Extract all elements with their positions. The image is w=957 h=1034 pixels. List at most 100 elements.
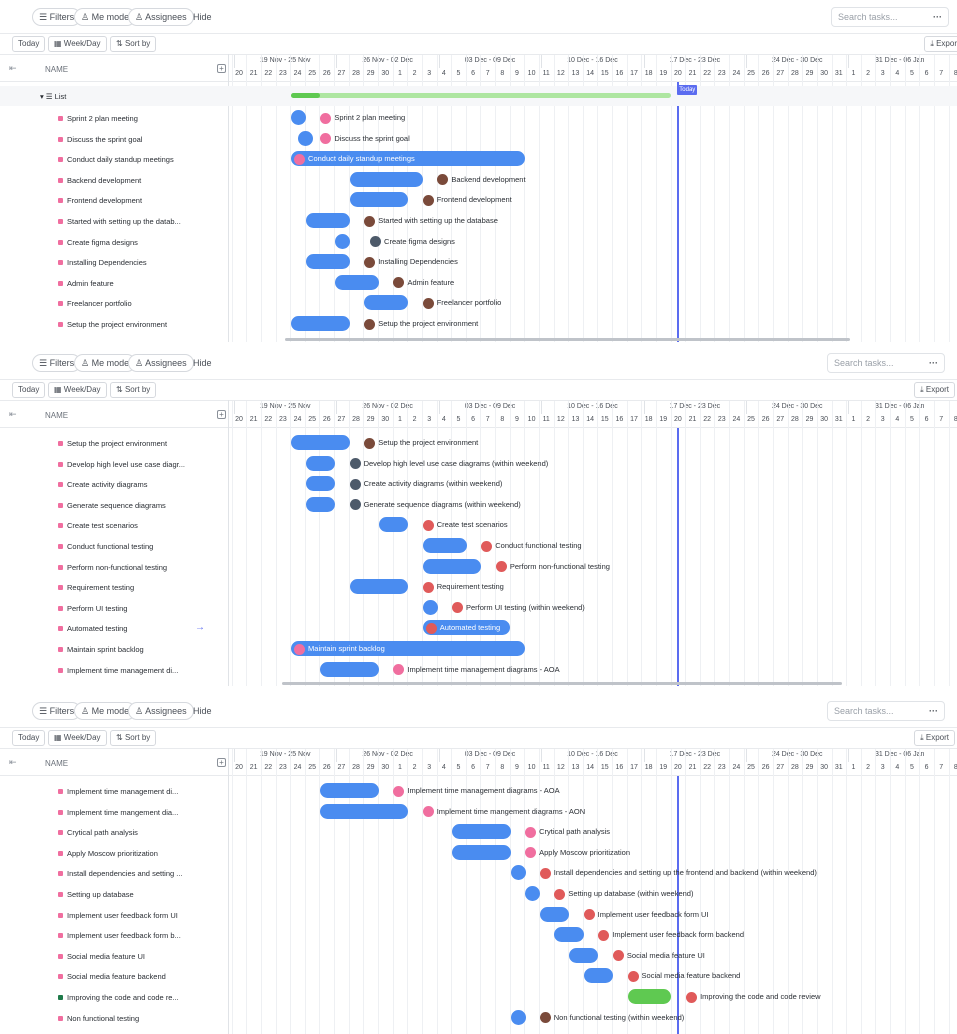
task-bar[interactable] xyxy=(583,968,613,984)
task-name[interactable]: Setup the project environment xyxy=(67,439,167,448)
task-bar[interactable] xyxy=(305,213,350,228)
task-bar[interactable] xyxy=(291,316,350,331)
task-status-marker[interactable] xyxy=(58,974,63,980)
task-name[interactable]: Social media feature backend xyxy=(67,972,166,981)
assignee-avatar[interactable] xyxy=(425,622,437,634)
horizontal-scrollbar[interactable] xyxy=(0,337,957,342)
more-options-icon[interactable]: ··· xyxy=(929,702,938,720)
task-status-marker[interactable] xyxy=(58,239,63,245)
task-name[interactable]: Implement user feedback form UI xyxy=(67,911,178,920)
assignee-avatar[interactable] xyxy=(554,888,566,900)
collapse-all-icon[interactable]: ⇤ xyxy=(9,63,17,74)
task-name[interactable]: Installing Dependencies xyxy=(67,258,147,267)
task-status-marker[interactable] xyxy=(58,441,63,446)
task-name[interactable]: Apply Moscow prioritization xyxy=(67,849,158,858)
week-day-button[interactable]: ▦ Week/Day xyxy=(48,382,107,398)
task-status-marker[interactable] xyxy=(58,626,63,632)
task-name[interactable]: Freelancer portfolio xyxy=(67,299,132,308)
search-input[interactable]: Search tasks... ··· xyxy=(831,7,949,27)
assignee-avatar[interactable] xyxy=(525,826,537,838)
task-name[interactable]: Implement time mangement dia... xyxy=(67,808,178,817)
assignee-avatar[interactable] xyxy=(364,318,376,330)
assignee-avatar[interactable] xyxy=(422,806,434,818)
task-status-marker[interactable] xyxy=(58,809,63,815)
assignee-avatar[interactable] xyxy=(481,540,493,552)
assignees-button[interactable]: ♙ Assignees xyxy=(128,702,194,720)
me-mode-button[interactable]: ♙ Me mode xyxy=(74,8,137,26)
task-status-marker[interactable] xyxy=(58,502,63,508)
task-name[interactable]: Conduct daily standup meetings xyxy=(67,155,174,164)
hide-button[interactable]: Hide xyxy=(193,8,212,26)
more-options-icon[interactable]: ··· xyxy=(933,8,942,26)
collapse-all-icon[interactable]: ⇤ xyxy=(9,757,17,768)
hide-button[interactable]: Hide xyxy=(193,702,212,720)
assignee-avatar[interactable] xyxy=(422,297,434,309)
assignee-avatar[interactable] xyxy=(612,950,624,962)
column-divider[interactable] xyxy=(228,400,229,686)
task-name[interactable]: Create figma designs xyxy=(67,238,138,247)
task-bar[interactable] xyxy=(510,865,526,881)
me-mode-button[interactable]: ♙ Me mode xyxy=(74,702,137,720)
more-options-icon[interactable]: ··· xyxy=(929,354,938,372)
task-bar[interactable] xyxy=(539,906,570,922)
task-status-marker[interactable] xyxy=(58,585,63,591)
assignee-avatar[interactable] xyxy=(393,785,405,797)
task-status-marker[interactable] xyxy=(58,789,63,794)
task-name[interactable]: Perform UI testing xyxy=(67,604,127,613)
task-bar[interactable] xyxy=(422,599,438,615)
assignee-avatar[interactable] xyxy=(294,153,306,165)
today-button[interactable]: Today xyxy=(12,730,46,746)
task-bar[interactable] xyxy=(627,989,672,1004)
today-button[interactable]: Today xyxy=(12,382,46,398)
task-bar[interactable] xyxy=(451,844,511,860)
sort-by-button[interactable]: ⇅ Sort by xyxy=(110,36,157,52)
task-status-marker[interactable] xyxy=(58,667,63,673)
task-status-marker[interactable] xyxy=(58,1015,63,1021)
add-column-icon[interactable]: + xyxy=(217,758,226,767)
task-status-marker[interactable] xyxy=(58,523,63,529)
me-mode-button[interactable]: ♙ Me mode xyxy=(74,354,137,372)
list-group-row[interactable]: ▾ ☰ List xyxy=(40,92,66,101)
task-name[interactable]: Backend development xyxy=(67,176,141,185)
task-bar[interactable] xyxy=(569,947,599,963)
task-name[interactable]: Discuss the sprint goal xyxy=(67,135,142,144)
assignee-avatar[interactable] xyxy=(364,437,376,449)
task-name[interactable]: Non functional testing xyxy=(67,1014,139,1023)
task-bar[interactable] xyxy=(305,496,335,512)
task-bar[interactable] xyxy=(349,579,409,595)
task-name[interactable]: Started with setting up the datab... xyxy=(67,217,181,226)
task-status-marker[interactable] xyxy=(58,544,63,549)
task-name[interactable]: Implement time management di... xyxy=(67,787,178,796)
task-status-marker[interactable] xyxy=(58,647,63,652)
task-bar[interactable] xyxy=(320,803,409,819)
task-status-marker[interactable] xyxy=(58,912,63,918)
task-name[interactable]: Admin feature xyxy=(67,279,114,288)
task-bar[interactable] xyxy=(298,130,314,146)
task-name[interactable]: Automated testing xyxy=(67,624,127,633)
assignee-avatar[interactable] xyxy=(525,847,537,859)
task-name[interactable]: Generate sequence diagrams xyxy=(67,501,166,510)
task-bar[interactable] xyxy=(291,110,307,125)
name-column-header[interactable]: NAME xyxy=(45,411,68,420)
task-status-marker[interactable] xyxy=(58,482,63,488)
task-status-marker[interactable] xyxy=(58,301,63,307)
task-status-marker[interactable] xyxy=(58,850,63,856)
task-bar[interactable] xyxy=(305,254,350,270)
hide-button[interactable]: Hide xyxy=(193,354,212,372)
add-column-icon[interactable]: + xyxy=(217,410,226,419)
task-status-marker[interactable] xyxy=(58,933,63,939)
task-status-marker[interactable] xyxy=(58,871,63,877)
task-name[interactable]: Crytical path analysis xyxy=(67,828,138,837)
task-name[interactable]: Develop high level use case diagr... xyxy=(67,460,185,469)
scrollbar-thumb[interactable] xyxy=(285,338,850,341)
task-status-marker[interactable] xyxy=(58,198,63,204)
task-bar[interactable] xyxy=(510,1009,526,1025)
add-column-icon[interactable]: + xyxy=(217,64,226,73)
task-name[interactable]: Social media feature UI xyxy=(67,952,145,961)
task-status-marker[interactable] xyxy=(58,953,63,959)
scrollbar-thumb[interactable] xyxy=(282,682,842,685)
task-bar[interactable] xyxy=(364,295,409,311)
task-name[interactable]: Conduct functional testing xyxy=(67,542,153,551)
assignee-avatar[interactable] xyxy=(320,112,332,124)
assignee-avatar[interactable] xyxy=(393,664,405,676)
